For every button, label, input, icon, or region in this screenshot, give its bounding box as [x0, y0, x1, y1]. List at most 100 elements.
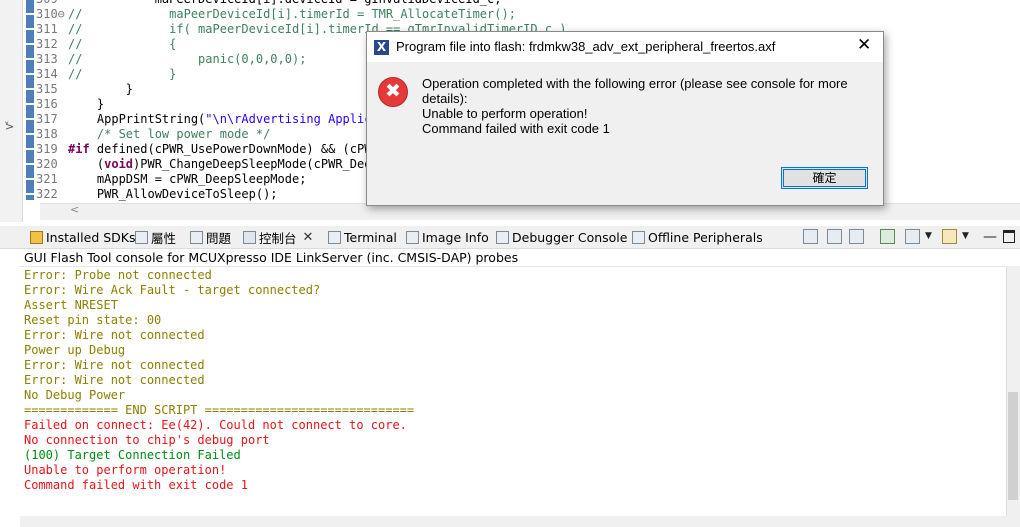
- line-number: 310⊖: [36, 7, 65, 21]
- ok-button[interactable]: 確定: [781, 167, 868, 189]
- line-number: 316: [36, 97, 58, 111]
- code-token: )PWR_ChangeDeepSleepMode(cPWR_Deep: [133, 157, 379, 171]
- tab-console[interactable]: 控制台 ✕: [243, 229, 313, 246]
- chevron-down-icon[interactable]: ▼: [962, 231, 969, 241]
- word-wrap-icon[interactable]: [849, 229, 864, 244]
- code-token: //: [68, 37, 83, 51]
- line-number: 318: [36, 127, 58, 141]
- code-text: // }: [68, 67, 176, 81]
- code-token: AppPrintString(: [68, 112, 206, 126]
- tab-label: Installed SDKs: [46, 230, 136, 245]
- code-line[interactable]: 317 AppPrintString("\n\rAdvertising Appl…: [36, 112, 379, 127]
- code-line[interactable]: 310⊖// maPeerDeviceId[i].timerId = TMR_A…: [36, 7, 516, 22]
- line-number: 315: [36, 82, 58, 96]
- code-line[interactable]: 316 }: [36, 97, 104, 112]
- dialog-titlebar[interactable]: X Program file into flash: frdmkw38_adv_…: [367, 32, 883, 62]
- console-icon: [243, 231, 256, 244]
- tab-image-info[interactable]: Image Info: [406, 229, 489, 246]
- code-line[interactable]: 313 // panic(0,0,0,0);: [36, 52, 306, 67]
- code-line[interactable]: 309 maPeerDeviceId[i].deviceId = gInvali…: [36, 0, 501, 7]
- line-number: 322: [36, 187, 58, 201]
- console-title: GUI Flash Tool console for MCUXpresso ID…: [24, 250, 519, 265]
- code-line[interactable]: 312 // {: [36, 37, 176, 52]
- code-line[interactable]: 321 mAppDSM = cPWR_DeepSleepMode;: [36, 172, 306, 187]
- line-number: 317: [36, 112, 58, 126]
- code-token: PWR_AllowDeviceToSleep();: [68, 187, 278, 201]
- tab-label: Offline Peripherals: [648, 230, 763, 245]
- maximize-icon[interactable]: [1003, 230, 1015, 243]
- code-token: panic(0,0,0,0);: [82, 52, 307, 66]
- minimize-icon[interactable]: —: [983, 229, 997, 245]
- tab-properties[interactable]: 屬性: [135, 229, 176, 246]
- console-line: No Debug Power: [24, 388, 126, 402]
- open-console-icon[interactable]: [942, 229, 957, 244]
- console-line: ============= END SCRIPT ===============…: [24, 403, 415, 417]
- close-icon[interactable]: ✕: [303, 230, 314, 245]
- code-token: //: [68, 22, 83, 36]
- code-token: //: [68, 52, 83, 66]
- tab-debugger-console[interactable]: Debugger Console: [496, 229, 627, 246]
- scrollbar-thumb[interactable]: [1008, 392, 1018, 500]
- code-token: {: [82, 37, 177, 51]
- code-token: mAppDSM = cPWR_DeepSleepMode;: [68, 172, 307, 186]
- tab-terminal[interactable]: Terminal: [328, 229, 397, 246]
- problems-icon: [190, 231, 203, 244]
- code-token: }: [82, 67, 177, 81]
- code-token: void: [104, 157, 134, 171]
- code-line[interactable]: 318 /* Set low power mode */: [36, 127, 270, 142]
- code-token: }: [68, 97, 105, 111]
- code-line[interactable]: 322 PWR_AllowDeviceToSleep();: [36, 187, 278, 202]
- tab-problems[interactable]: 問題: [190, 229, 231, 246]
- image-info-icon: [406, 231, 419, 244]
- line-number: 309: [36, 0, 66, 7]
- code-text: // panic(0,0,0,0);: [68, 52, 306, 66]
- code-token: //: [68, 7, 83, 21]
- change-ruler: [26, 0, 34, 200]
- tab-offline-peripherals[interactable]: Offline Peripherals: [632, 229, 763, 246]
- close-icon[interactable]: ✕: [857, 35, 871, 55]
- code-token: defined(cPWR_UsePowerDownMode) && (cPWR: [89, 142, 379, 156]
- console-line: Power up Debug: [24, 343, 126, 357]
- editor-left-gutter: >: [0, 0, 23, 222]
- code-line[interactable]: 319 #if defined(cPWR_UsePowerDownMode) &&…: [36, 142, 379, 157]
- chevron-down-icon[interactable]: ▼: [925, 231, 932, 241]
- dialog-message: Operation completed with the following e…: [422, 76, 872, 136]
- code-text: // {: [68, 37, 176, 51]
- code-text: AppPrintString("\n\rAdvertising Applica: [68, 112, 379, 126]
- offline-peripherals-icon: [632, 231, 645, 244]
- message-line: Unable to perform operation!: [422, 106, 588, 121]
- scroll-lock-icon[interactable]: [827, 229, 842, 244]
- code-text: }: [68, 97, 104, 111]
- tab-label: Debugger Console: [512, 230, 628, 245]
- code-text: mAppDSM = cPWR_DeepSleepMode;: [68, 172, 307, 186]
- code-line[interactable]: 314 // }: [36, 67, 176, 82]
- debugger-console-icon: [496, 231, 509, 244]
- code-token: /* Set low power mode */: [96, 127, 271, 141]
- line-number: 311: [36, 22, 58, 36]
- code-text: #if defined(cPWR_UsePowerDownMode) && (c…: [68, 142, 379, 156]
- code-line[interactable]: 315 }: [36, 82, 133, 97]
- app-icon: X: [374, 40, 389, 55]
- code-token: (: [68, 157, 105, 171]
- code-token: "\n\rAdvertising Applica: [205, 112, 379, 126]
- code-token: maPeerDeviceId[i].deviceId = gInvalidDev…: [68, 0, 502, 6]
- console-line: Assert NRESET: [24, 298, 118, 312]
- pin-console-icon[interactable]: [880, 229, 895, 244]
- console-horizontal-scrollbar[interactable]: [20, 516, 1020, 527]
- tab-label: 控制台: [259, 231, 297, 246]
- code-token: }: [68, 82, 134, 96]
- tab-installed-sdks[interactable]: Installed SDKs: [30, 229, 136, 246]
- line-number: 313: [36, 52, 58, 66]
- scroll-left-icon[interactable]: <: [70, 203, 79, 216]
- console-line: Reset pin state: 00: [24, 313, 162, 327]
- display-console-icon[interactable]: [905, 229, 920, 244]
- code-text: maPeerDeviceId[i].deviceId = gInvalidDev…: [68, 0, 502, 6]
- terminal-icon: [328, 231, 341, 244]
- code-token: #if: [68, 142, 90, 156]
- code-line[interactable]: 320 (void)PWR_ChangeDeepSleepMode(cPWR_D…: [36, 157, 379, 172]
- console-line: Error: Wire Ack Fault - target connected…: [24, 283, 321, 297]
- console-line: Unable to perform operation!: [24, 463, 227, 477]
- console-line: No connection to chip's debug port: [24, 433, 270, 447]
- collapse-arrow-icon[interactable]: ˅: [4, 120, 10, 133]
- clear-console-icon[interactable]: [803, 229, 818, 244]
